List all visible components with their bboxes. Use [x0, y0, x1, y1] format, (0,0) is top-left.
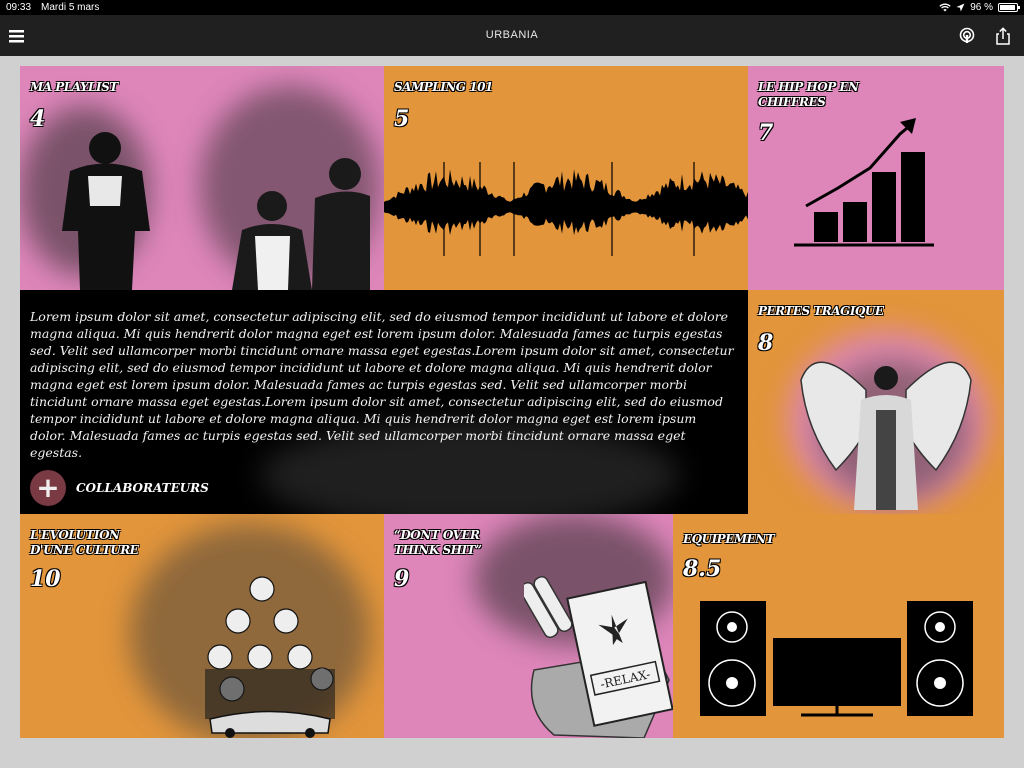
- status-time: 09:33: [6, 2, 32, 13]
- collaborators-button[interactable]: + COLLABORATEURS: [30, 470, 209, 506]
- tile-pertes-tragique[interactable]: PERTES TRAGIQUE 8: [748, 290, 1004, 514]
- location-icon: [956, 3, 965, 12]
- wifi-icon: [939, 3, 951, 12]
- tile-sampling-101[interactable]: SAMPLING 101 5: [384, 66, 748, 290]
- status-bar: 09:33 Mardi 5 mars 96 %: [0, 0, 1024, 15]
- tile-hip-hop-chiffres[interactable]: LE HIP HOP EN CHIFFRES 7: [748, 66, 1004, 290]
- angel-wings-photo: [800, 361, 972, 510]
- tile-title: EQUIPEMENT: [683, 532, 775, 546]
- tile-number: 10: [30, 566, 61, 592]
- waveform-graphic: [384, 162, 748, 256]
- collaborators-label: COLLABORATEURS: [76, 481, 209, 495]
- plus-icon[interactable]: +: [30, 470, 66, 506]
- artists-photo: [62, 132, 370, 290]
- tile-evolution-culture[interactable]: L'EVOLUTION D'UNE CULTURE 10: [20, 514, 384, 738]
- podcast-icon[interactable]: [958, 27, 976, 45]
- tile-title: “DONT OVER THINK SHIT”: [394, 528, 482, 557]
- tile-number: 7: [758, 120, 774, 146]
- nav-bar: URBANIA: [0, 15, 1024, 56]
- battery-fill: [1000, 5, 1016, 10]
- tile-equipement[interactable]: EQUIPEMENT 8.5: [673, 514, 1004, 738]
- tile-number: 9: [394, 566, 410, 592]
- article-panel: Lorem ipsum dolor sit amet, consectetur …: [20, 290, 748, 514]
- rappers-collage: [205, 576, 335, 738]
- tile-number: 5: [394, 106, 410, 132]
- battery-percent: 96 %: [970, 2, 993, 13]
- nav-title: URBANIA: [485, 29, 539, 41]
- tile-title: SAMPLING 101: [394, 80, 493, 94]
- speakers-graphic: [700, 601, 973, 717]
- tile-dont-over-think[interactable]: -RELAX- “DONT OVER THINK SHIT” 9: [384, 514, 673, 738]
- tile-title: MA PLAYLIST: [30, 80, 118, 94]
- tile-number: 4: [30, 106, 46, 132]
- article-text: Lorem ipsum dolor sit amet, consectetur …: [30, 309, 734, 460]
- status-right: 96 %: [939, 2, 1020, 13]
- share-icon[interactable]: [994, 27, 1012, 45]
- tile-title: L'EVOLUTION D'UNE CULTURE: [30, 528, 139, 557]
- tile-title: LE HIP HOP EN CHIFFRES: [758, 80, 859, 109]
- bar-chart-graphic: [794, 118, 934, 247]
- tile-number: 8: [758, 330, 774, 356]
- tile-title: PERTES TRAGIQUE: [758, 304, 884, 318]
- battery-icon: [998, 3, 1020, 12]
- tile-ma-playlist[interactable]: MA PLAYLIST 4: [20, 66, 384, 290]
- status-date: Mardi 5 mars: [41, 2, 100, 13]
- tile-number: 8.5: [683, 556, 722, 582]
- relax-pack-illustration: -RELAX-: [524, 575, 673, 738]
